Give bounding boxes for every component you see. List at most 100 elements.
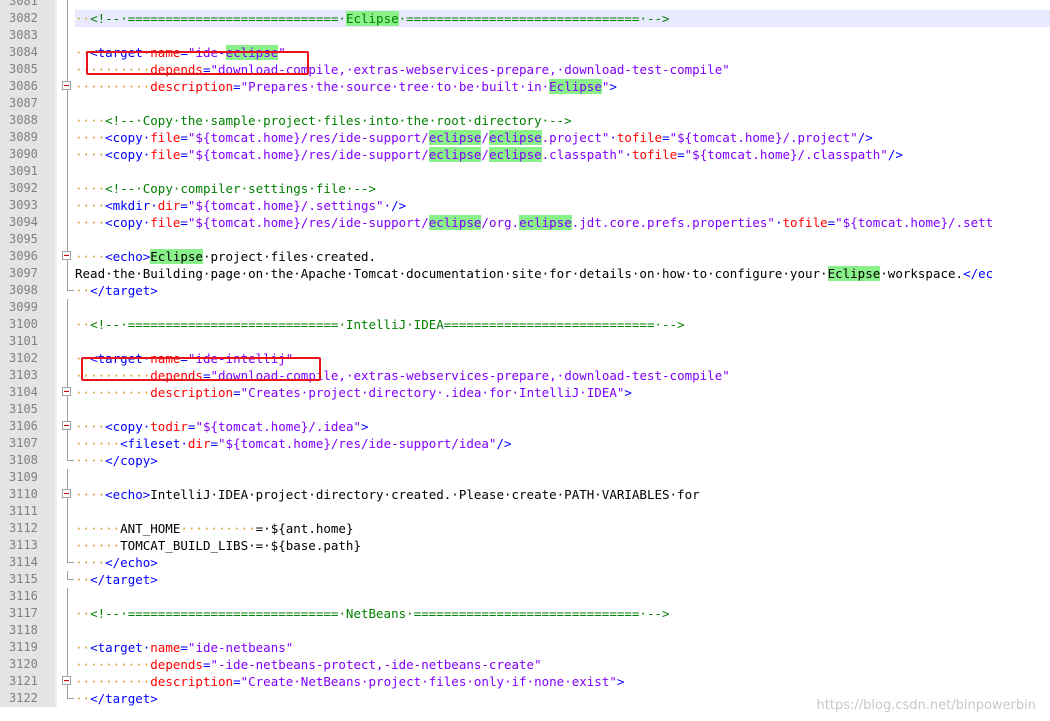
code-token: > [616,674,625,689]
line-number: 3104 [0,384,55,401]
code-text[interactable] [75,333,1050,350]
code-line[interactable]: 3099 [0,299,1050,316]
fold-guide [67,299,68,316]
code-text[interactable] [75,299,1050,316]
code-token: ···· [75,147,106,162]
code-text[interactable] [75,231,1050,248]
code-line[interactable]: 3097 Read·the·Building·page·on·the·Apache… [0,265,1050,282]
code-text[interactable]: ····<copy·todir="${tomcat.home}/.idea"> [75,418,1050,435]
fold-collapse-icon[interactable] [62,251,71,260]
code-token: =·${ant.home} [255,521,354,536]
code-line[interactable]: 3109 [0,469,1050,486]
code-text[interactable] [75,622,1050,639]
code-line[interactable]: 3090 ····<copy·file="${tomcat.home}/res/i… [0,146,1050,163]
code-text[interactable]: ··<!--·============================·Ecli… [75,10,1050,27]
fold-guide [67,622,68,639]
code-text[interactable]: ··········depends="-ide-netbeans-protect… [75,656,1050,673]
code-text[interactable]: ······<fileset·dir="${tomcat.home}/res/i… [75,435,1050,452]
code-text[interactable]: ····<copy·file="${tomcat.home}/res/ide-s… [75,146,1050,163]
code-line[interactable]: 3117 ··<!--·============================·… [0,605,1050,622]
code-line[interactable]: 3105 [0,401,1050,418]
code-text[interactable] [75,95,1050,112]
fold-collapse-icon[interactable] [62,489,71,498]
code-text[interactable]: ··</target> [75,282,1050,299]
gutter-separator [55,95,57,112]
code-line[interactable]: 3115 ··</target> [0,571,1050,588]
code-line[interactable]: 3082 ··<!--·============================·… [0,10,1050,27]
code-text[interactable] [75,503,1050,520]
fold-collapse-icon[interactable] [62,81,71,90]
line-number: 3090 [0,146,55,163]
code-text[interactable]: ··········description="Creates·project·d… [75,384,1050,401]
fold-collapse-icon[interactable] [62,676,71,685]
code-line[interactable]: 3114 ····</echo> [0,554,1050,571]
code-line[interactable]: 3089 ····<copy·file="${tomcat.home}/res/i… [0,129,1050,146]
code-text[interactable]: ··<!--·============================·NetB… [75,605,1050,622]
gutter-separator [55,588,57,605]
code-line[interactable]: 3121 ··········description="Create·NetBea… [0,673,1050,690]
code-line[interactable]: 3116 [0,588,1050,605]
code-line[interactable]: 3118 [0,622,1050,639]
code-line[interactable]: 3081 [0,0,1050,10]
search-highlight: eclipse [519,215,572,230]
code-line[interactable]: 3106 ····<copy·todir="${tomcat.home}/.ide… [0,418,1050,435]
code-text[interactable]: ····</copy> [75,452,1050,469]
fold-guide [67,112,68,129]
code-text[interactable]: ····<!--·Copy·the·sample·project·files·i… [75,112,1050,129]
code-line[interactable]: 3091 [0,163,1050,180]
code-line[interactable]: 3104 ··········description="Creates·proje… [0,384,1050,401]
code-text[interactable]: ··<target·name="ide-netbeans" [75,639,1050,656]
code-text[interactable]: ··········description="Prepares·the·sour… [75,78,1050,95]
code-line[interactable]: 3113 ······TOMCAT_BUILD_LIBS·=·${base.pat… [0,537,1050,554]
code-text[interactable]: ······ANT_HOME··········=·${ant.home} [75,520,1050,537]
code-text[interactable]: ··········description="Create·NetBeans·p… [75,673,1050,690]
gutter-separator [55,27,57,44]
code-text[interactable]: ··<!--·============================·Inte… [75,316,1050,333]
code-token: ·· [75,572,91,587]
code-line[interactable]: 3107 ······<fileset·dir="${tomcat.home}/r… [0,435,1050,452]
watermark: https://blog.csdn.net/binpowerbin [816,698,1036,713]
code-text[interactable]: ····</echo> [75,554,1050,571]
code-token: ·········· [75,385,151,400]
code-text[interactable]: ····<copy·file="${tomcat.home}/res/ide-s… [75,129,1050,146]
code-text[interactable]: ····<copy·file="${tomcat.home}/res/ide-s… [75,214,1050,231]
line-number: 3115 [0,571,55,588]
code-text[interactable]: ····<echo>Eclipse·project·files·created. [75,248,1050,265]
code-editor[interactable]: 3081 3082 ··<!--·=========================… [0,0,1050,707]
code-token: <echo> [105,249,151,264]
code-text[interactable]: ····<mkdir·dir="${tomcat.home}/.settings… [75,197,1050,214]
code-line[interactable]: 3094 ····<copy·file="${tomcat.home}/res/i… [0,214,1050,231]
code-line[interactable]: 3119 ··<target·name="ide-netbeans" [0,639,1050,656]
code-line[interactable]: 3101 [0,333,1050,350]
code-text[interactable]: ····<!--·Copy·compiler·settings·file·--> [75,180,1050,197]
code-line[interactable]: 3111 [0,503,1050,520]
code-line[interactable]: 3083 [0,27,1050,44]
code-text[interactable]: ··</target> [75,571,1050,588]
code-line[interactable]: 3095 [0,231,1050,248]
code-text[interactable]: ······TOMCAT_BUILD_LIBS·=·${base.path} [75,537,1050,554]
fold-collapse-icon[interactable] [62,421,71,430]
code-token: / [481,147,489,162]
code-line[interactable]: 3108 ····</copy> [0,452,1050,469]
code-line[interactable]: 3093 ····<mkdir·dir="${tomcat.home}/.sett… [0,197,1050,214]
code-line[interactable]: 3110 ····<echo>IntelliJ·IDEA·project·dire… [0,486,1050,503]
code-line[interactable]: 3092 ····<!--·Copy·compiler·settings·file… [0,180,1050,197]
gutter-separator [55,622,57,639]
code-text[interactable] [75,0,1050,10]
code-line[interactable]: 3098 ··</target> [0,282,1050,299]
code-text[interactable]: Read·the·Building·page·on·the·Apache·Tom… [75,265,1050,282]
code-line[interactable]: 3096 ····<echo>Eclipse·project·files·crea… [0,248,1050,265]
code-line[interactable]: 3086 ··········description="Prepares·the·… [0,78,1050,95]
code-text[interactable]: ····<echo>IntelliJ·IDEA·project·director… [75,486,1050,503]
code-text[interactable] [75,588,1050,605]
code-text[interactable] [75,401,1050,418]
code-text[interactable] [75,163,1050,180]
code-line[interactable]: 3087 [0,95,1050,112]
code-line[interactable]: 3088 ····<!--·Copy·the·sample·project·fil… [0,112,1050,129]
code-text[interactable] [75,469,1050,486]
code-line[interactable]: 3100 ··<!--·============================·… [0,316,1050,333]
fold-collapse-icon[interactable] [62,387,71,396]
code-text[interactable] [75,27,1050,44]
code-line[interactable]: 3120 ··········depends="-ide-netbeans-pro… [0,656,1050,673]
code-line[interactable]: 3112 ······ANT_HOME··········=·${ant.home… [0,520,1050,537]
